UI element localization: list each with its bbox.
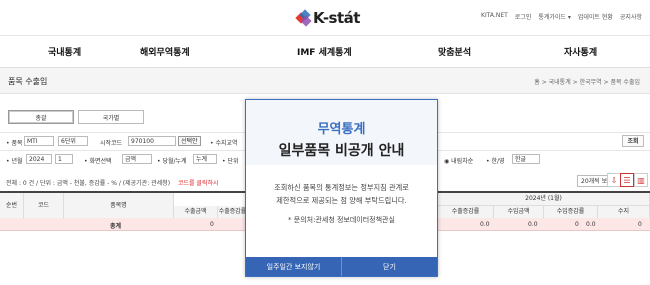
lang-select[interactable]: 한글 (512, 154, 540, 164)
tab-country[interactable]: 국가별 (78, 110, 144, 124)
kstat-logo[interactable]: K-stát (295, 8, 360, 28)
start-code-label: 시작코드 (100, 140, 123, 147)
link-notice[interactable]: 공지사항 (620, 12, 642, 21)
unit-select[interactable]: 6단위 (58, 136, 88, 146)
modal-body-line1: 조회하신 품목의 통계정보는 정부지침 관계로 (274, 183, 409, 192)
lang-label: 한/영 (491, 158, 505, 165)
link-kitanet[interactable]: KITA.NET (481, 12, 508, 21)
nav-custom[interactable]: 맞춤분석 (438, 45, 471, 58)
main-nav: 국내통계 해외무역통계 IMF 세계통계 맞춤분석 자사통계 (0, 36, 650, 68)
sort-radio[interactable]: ◉ 내림차순 (444, 156, 473, 165)
lang-label-wrap: • 한/영 (486, 158, 505, 165)
nav-company[interactable]: 자사통계 (564, 45, 597, 58)
modal-body: 조회하신 품목의 통계정보는 정부지침 관계로 제한적으로 제공되는 점 양해 … (246, 181, 437, 207)
link-updates[interactable]: 업데이트 현황 (578, 12, 613, 21)
result-info: 전체 : 0 건 / 단위 : 금액 - 천불, 증감률 - % / (제공기관… (6, 178, 219, 187)
link-guide[interactable]: 통계가이드 ▾ (538, 12, 571, 21)
col-header-period: 2024년 (1월) (438, 193, 650, 206)
modal-subtitle: 일부품목 비공개 안내 (278, 143, 405, 159)
chart-view-icon[interactable]: ▥ (634, 173, 648, 187)
tab-bar: 총괄 국가별 (8, 110, 148, 124)
col-header-no: 순번 (0, 193, 24, 219)
title-bar: 품목 수출입 홈 > 국내통계 > 한국무역 > 품목 수출입 (0, 68, 650, 94)
nav-domestic[interactable]: 국내통계 (48, 45, 81, 58)
list-view-icon[interactable]: ☰ (620, 173, 634, 187)
total-import-amount: 0.0 (586, 221, 596, 228)
close-button[interactable]: 닫기 (342, 257, 437, 276)
total-export: 0 (210, 221, 214, 228)
period-mode-label: 당월/누계 (162, 158, 187, 165)
kstat-logo-icon (295, 9, 312, 27)
nav-overseas[interactable]: 해외무역통계 (140, 45, 190, 58)
tab-summary[interactable]: 총괄 (8, 110, 74, 124)
col-header-code: 코드 (24, 193, 64, 219)
unit-label: 단위 (227, 158, 239, 165)
period-label: 년월 (11, 158, 23, 165)
link-login[interactable]: 로그인 (515, 12, 532, 21)
modal-title: 무역통계 (317, 122, 366, 137)
notice-modal: 무역통계 일부품목 비공개 안내 조회하신 품목의 통계정보는 정부지침 관계로… (245, 99, 438, 277)
start-code-input[interactable]: 970100 (128, 136, 176, 146)
screen-select[interactable]: 금액 (122, 154, 152, 164)
item-type-select[interactable]: MTI (24, 136, 54, 146)
total-import: 0.0 (528, 221, 538, 228)
lookup-button[interactable]: 조회 (622, 135, 644, 147)
month-select[interactable]: 1 (55, 154, 73, 164)
download-icon[interactable]: ⇩ (607, 173, 621, 187)
total-export-rate: 0.0 (480, 221, 490, 228)
total-balance: 0 (638, 221, 642, 228)
item-label: 품목 (11, 140, 23, 147)
top-header: K-stát KITA.NET 로그인 통계가이드 ▾ 업데이트 현황 공지사항 (0, 0, 650, 36)
period-label-wrap: • 년월 (6, 158, 23, 165)
code-click-hint: 코드를 클릭하시 (177, 180, 219, 187)
modal-footer: 일주일간 보지않기 닫기 (246, 257, 437, 276)
logo-text: K-stát (313, 9, 360, 27)
total-label: 총계 (110, 223, 122, 230)
result-info-text: 전체 : 0 건 / 단위 : 금액 - 천불, 증감률 - % / (제공기관… (6, 180, 171, 187)
sort-label: 내림차순 (451, 158, 474, 165)
item-label-wrap: • 품목 (6, 140, 23, 147)
year-select[interactable]: 2024 (26, 154, 52, 164)
total-import-rate: 0 (575, 221, 579, 228)
hide-week-button[interactable]: 일주일간 보지않기 (246, 257, 342, 276)
page-title: 품목 수출입 (8, 77, 48, 86)
select-code-button[interactable]: 선택안 (178, 136, 201, 146)
screen-label: 화면선택 (89, 158, 112, 165)
breadcrumb: 홈 > 국내통계 > 한국무역 > 품목 수출입 (534, 79, 640, 86)
period-mode-wrap: • 당월/누계 (157, 158, 187, 165)
modal-note: * 문의처:관세청 정보데이터정책관실 (288, 216, 395, 224)
nav-imf[interactable]: IMF 세계통계 (297, 45, 352, 58)
top-links: KITA.NET 로그인 통계가이드 ▾ 업데이트 현황 공지사항 (481, 12, 642, 21)
modal-body-line2: 제한적으로 제공되는 점 양해 부탁드립니다. (276, 196, 407, 205)
col-header-name: 품목명 (64, 193, 174, 219)
modal-header: 무역통계 일부품목 비공개 안내 (246, 100, 437, 165)
cumulative-select[interactable]: 누계 (193, 154, 217, 164)
screen-label-wrap: • 화면선택 (84, 158, 112, 165)
trade-balance-label: • 수지교역 (210, 140, 238, 147)
trade-balance-text: 수지교역 (215, 140, 238, 147)
unit-label-wrap: • 단위 (222, 158, 239, 165)
